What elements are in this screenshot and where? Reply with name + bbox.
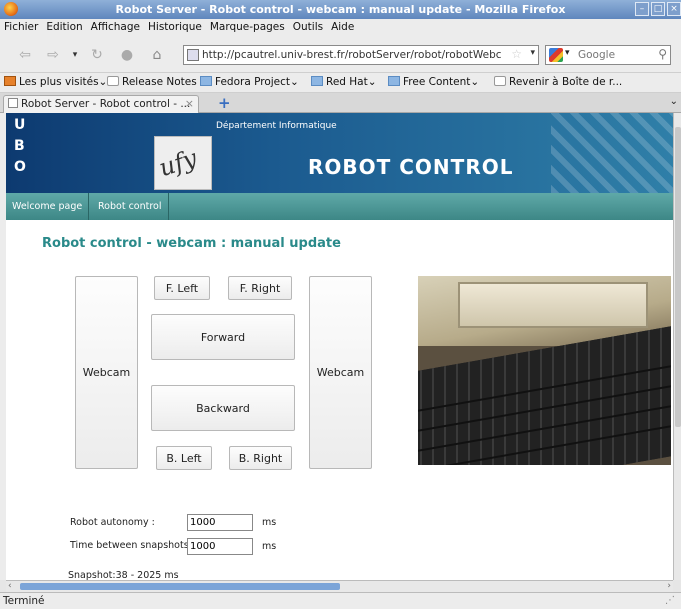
tab-list-chevron-icon[interactable]: ⌄	[670, 96, 678, 107]
autonomy-unit: ms	[262, 517, 277, 528]
webcam-snapshot-image	[418, 276, 671, 465]
chevron-down-icon: ⌄	[367, 76, 377, 88]
menu-bar: Fichier Edition Affichage Historique Marque-…	[0, 19, 681, 37]
bookmark-release-notes[interactable]: Release Notes	[107, 76, 197, 88]
bookmark-free-content[interactable]: Free Content⌄	[388, 76, 479, 88]
scroll-right-icon[interactable]: ›	[667, 581, 671, 591]
time-between-snapshots-label: Time between snapshots	[70, 540, 189, 551]
vertical-scrollbar[interactable]	[673, 113, 681, 580]
search-icon[interactable]: ⚲	[658, 47, 667, 61]
chevron-down-icon: ⌄	[470, 76, 480, 88]
between-unit: ms	[262, 541, 277, 552]
back-arrow-icon[interactable]: ⇦	[16, 46, 34, 64]
reload-icon[interactable]: ↻	[88, 46, 106, 64]
nav-robot-control[interactable]: Robot control	[92, 193, 169, 220]
menu-fichier[interactable]: Fichier	[0, 19, 42, 33]
folder-icon	[311, 76, 323, 86]
bookmark-red-hat[interactable]: Red Hat⌄	[311, 76, 377, 88]
page-icon	[8, 98, 18, 108]
fav-icon	[4, 76, 16, 86]
new-tab-plus-icon[interactable]: +	[218, 94, 231, 112]
menu-marque-pages[interactable]: Marque-pages	[206, 19, 289, 33]
site-identity-icon[interactable]	[187, 49, 199, 61]
google-icon[interactable]	[549, 48, 563, 62]
horizontal-scrollbar[interactable]: ‹ ›	[6, 580, 673, 592]
stop-icon[interactable]: ●	[118, 46, 136, 64]
backward-button[interactable]: Backward	[151, 385, 295, 431]
menu-affichage[interactable]: Affichage	[87, 19, 144, 33]
header-decoration	[551, 113, 673, 193]
dept-logo: ufy	[154, 136, 212, 190]
site-title: ROBOT CONTROL	[308, 155, 514, 179]
ubo-logo: U B O	[14, 117, 26, 175]
scroll-left-icon[interactable]: ‹	[8, 581, 12, 591]
url-input[interactable]	[202, 48, 502, 62]
page-icon	[494, 76, 506, 86]
bookmark-revenir-boite[interactable]: Revenir à Boîte de r...	[494, 76, 622, 88]
horizontal-scroll-thumb[interactable]	[20, 583, 340, 590]
bookmark-most-visited[interactable]: Les plus visités⌄	[4, 76, 107, 88]
page-title: Robot control - webcam : manual update	[42, 236, 341, 251]
site-header: U B O ufy Département Informatique ROBOT…	[6, 113, 673, 193]
menu-aide[interactable]: Aide	[327, 19, 358, 33]
vertical-scroll-thumb[interactable]	[675, 127, 681, 427]
tab-robot-server[interactable]: Robot Server - Robot control - ... ×	[3, 95, 199, 113]
window-title: Robot Server - Robot control - webcam : …	[115, 3, 566, 16]
maximize-icon[interactable]: □	[651, 2, 665, 16]
dept-logo-scribble: ufy	[155, 143, 201, 183]
webcam-right-button[interactable]: Webcam	[309, 276, 372, 469]
minimize-icon[interactable]: –	[635, 2, 649, 16]
menu-historique[interactable]: Historique	[144, 19, 206, 33]
snapshot-screen	[458, 282, 648, 328]
search-input[interactable]	[578, 48, 648, 62]
forward-left-button[interactable]: F. Left	[154, 276, 210, 300]
folder-icon	[388, 76, 400, 86]
search-bar[interactable]: ▾ ⚲	[545, 45, 671, 65]
close-icon[interactable]: ×	[667, 2, 681, 16]
forward-arrow-icon[interactable]: ⇨	[44, 46, 62, 64]
status-text: Terminé	[3, 595, 45, 607]
menu-outils[interactable]: Outils	[289, 19, 327, 33]
backward-left-button[interactable]: B. Left	[156, 446, 212, 470]
snapshot-info: Snapshot:38 - 2025 ms	[68, 570, 179, 580]
status-bar: Terminé ⋰	[0, 592, 681, 609]
dept-label: Département Informatique	[216, 121, 337, 131]
site-nav: Welcome page Robot control	[6, 193, 673, 220]
robot-autonomy-label: Robot autonomy :	[70, 517, 155, 528]
backward-right-button[interactable]: B. Right	[229, 446, 292, 470]
robot-autonomy-input[interactable]	[187, 514, 253, 531]
page-content: U B O ufy Département Informatique ROBOT…	[6, 113, 673, 580]
forward-right-button[interactable]: F. Right	[228, 276, 292, 300]
bookmark-fedora-project[interactable]: Fedora Project⌄	[200, 76, 299, 88]
chevron-down-icon: ⌄	[290, 76, 299, 88]
url-dropdown-icon[interactable]: ▾	[530, 48, 535, 58]
tab-close-icon[interactable]: ×	[185, 97, 194, 110]
home-icon[interactable]: ⌂	[148, 46, 166, 64]
address-bar[interactable]: ☆ ▾	[183, 45, 539, 65]
menu-edition[interactable]: Edition	[42, 19, 86, 33]
webcam-left-button[interactable]: Webcam	[75, 276, 138, 469]
time-between-snapshots-input[interactable]	[187, 538, 253, 555]
page-icon	[107, 76, 119, 86]
resize-grip-icon[interactable]: ⋰	[665, 595, 675, 606]
folder-icon	[200, 76, 212, 86]
window-titlebar: Robot Server - Robot control - webcam : …	[0, 0, 681, 19]
history-dropdown-icon[interactable]: ▾	[66, 46, 84, 64]
forward-button[interactable]: Forward	[151, 314, 295, 360]
navigation-toolbar: ⇦ ⇨ ▾ ↻ ● ⌂ ☆ ▾ ▾ ⚲	[0, 37, 681, 73]
search-engine-dropdown-icon[interactable]: ▾	[565, 48, 570, 58]
nav-welcome-page[interactable]: Welcome page	[6, 193, 90, 220]
tab-bar: Robot Server - Robot control - ... × + ⌄	[0, 93, 681, 113]
bookmarks-toolbar: Les plus visités⌄ Release Notes Fedora P…	[0, 73, 681, 93]
bookmark-star-icon[interactable]: ☆	[511, 47, 522, 61]
